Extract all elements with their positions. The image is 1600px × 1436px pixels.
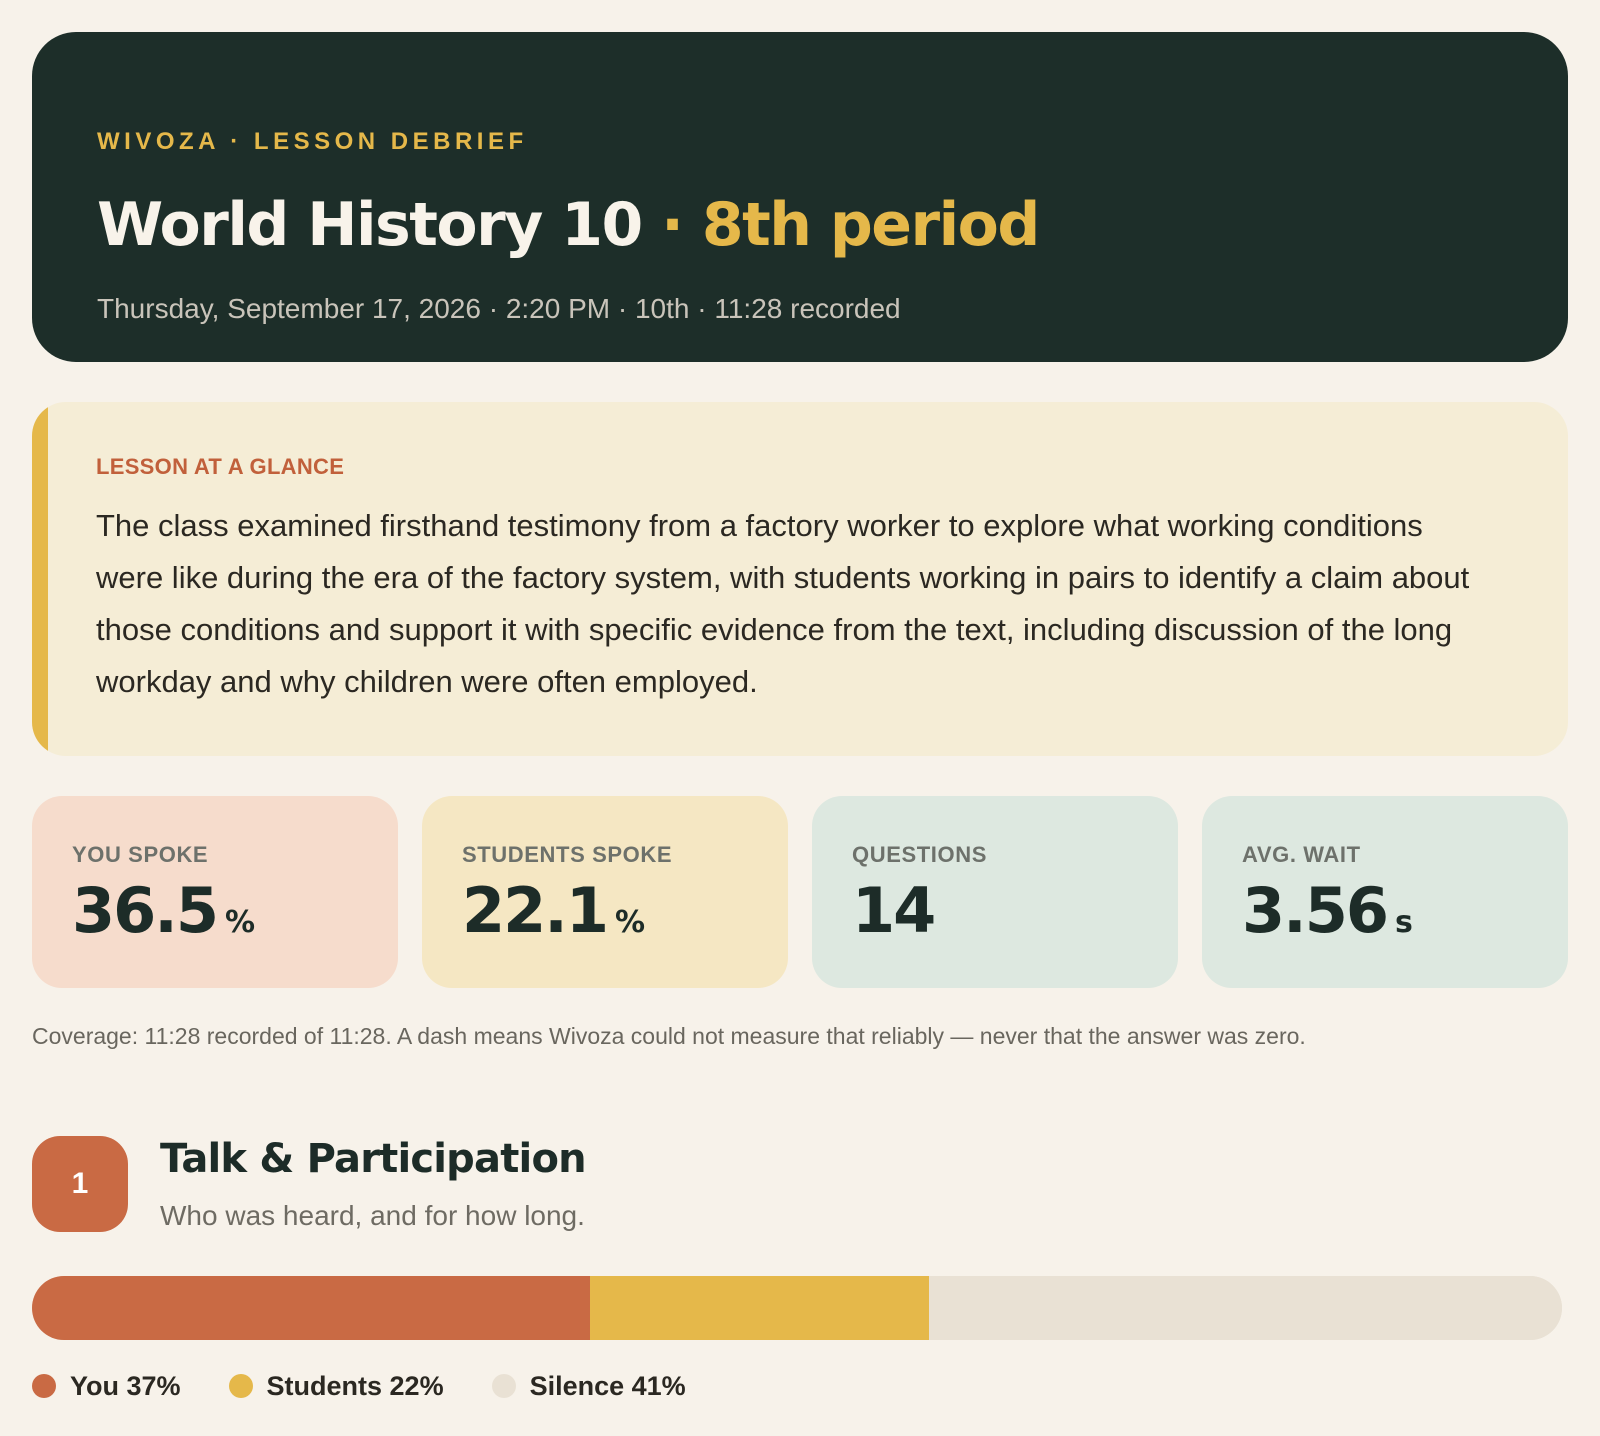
stat-label: STUDENTS SPOKE: [462, 842, 673, 867]
stat-label: YOU SPOKE: [72, 842, 209, 867]
stat-unit: s: [1394, 905, 1413, 940]
legend-dot-silence: [491, 1374, 516, 1398]
page-title: World History 10 · 8th period: [97, 190, 1041, 260]
lesson-header: WIVOZA · LESSON DEBRIEF World History 10…: [32, 32, 1568, 362]
stat-unit: %: [614, 905, 646, 940]
coverage-note: Coverage: 11:28 recorded of 11:28. A das…: [32, 1023, 1306, 1049]
lesson-debrief-page: WIVOZA · LESSON DEBRIEF World History 10…: [0, 0, 1600, 1436]
section-subtitle: Who was heard, and for how long.: [160, 1200, 585, 1231]
stat-number: 3.56: [1242, 874, 1389, 947]
stat-value: 14: [852, 874, 936, 947]
lesson-meta: Thursday, September 17, 2026 · 2:20 PM ·…: [97, 293, 901, 324]
legend-dot-students: [228, 1374, 253, 1398]
stat-unit: %: [224, 905, 256, 940]
legend-dot-you: [32, 1374, 56, 1398]
stat-value: 3.56 s: [1242, 874, 1413, 947]
brand-eyebrow: WIVOZA · LESSON DEBRIEF: [97, 128, 528, 155]
stat-card-you-spoke: YOU SPOKE 36.5%: [32, 796, 398, 988]
stat-value: 36.5%: [72, 874, 255, 947]
glance-label: LESSON AT A GLANCE: [96, 454, 345, 479]
talk-segment-students: [590, 1276, 929, 1340]
talk-legend: You 37% Students 22% Silence 41%: [32, 1368, 686, 1404]
stat-number: 14: [852, 874, 936, 947]
section-number-badge: 1: [32, 1136, 128, 1232]
talk-segment-silence: [928, 1276, 1562, 1340]
legend-item-silence: Silence 41%: [491, 1370, 686, 1402]
lesson-at-a-glance: LESSON AT A GLANCE The class examined fi…: [32, 402, 1568, 756]
glance-summary: The class examined firsthand testimony f…: [96, 508, 1470, 699]
stat-label: QUESTIONS: [852, 842, 987, 867]
stat-card-questions: QUESTIONS 14: [812, 796, 1178, 988]
talk-segment-you: [32, 1276, 591, 1340]
stat-value: 22.1%: [462, 874, 645, 947]
legend-label: You 37%: [70, 1370, 181, 1401]
stat-number: 22.1: [462, 874, 609, 947]
stat-cards: YOU SPOKE 36.5% STUDENTS SPOKE 22.1% QUE…: [32, 796, 1568, 988]
legend-label: Silence 41%: [529, 1370, 686, 1401]
section-title: Talk & Participation: [160, 1136, 587, 1182]
legend-item-you: You 37%: [32, 1371, 181, 1402]
stat-number: 36.5: [72, 874, 219, 947]
period-name: 8th period: [701, 190, 1041, 260]
stat-card-avg-wait: AVG. WAIT 3.56 s: [1202, 796, 1568, 988]
stat-card-students-spoke: STUDENTS SPOKE 22.1%: [422, 796, 788, 988]
stat-label: AVG. WAIT: [1242, 842, 1361, 867]
legend-item-students: Students 22%: [228, 1370, 444, 1402]
title-separator: ·: [641, 190, 702, 260]
legend-label: Students 22%: [266, 1370, 444, 1401]
class-name: World History 10: [97, 190, 643, 260]
talk-time-bar: [32, 1276, 1562, 1340]
